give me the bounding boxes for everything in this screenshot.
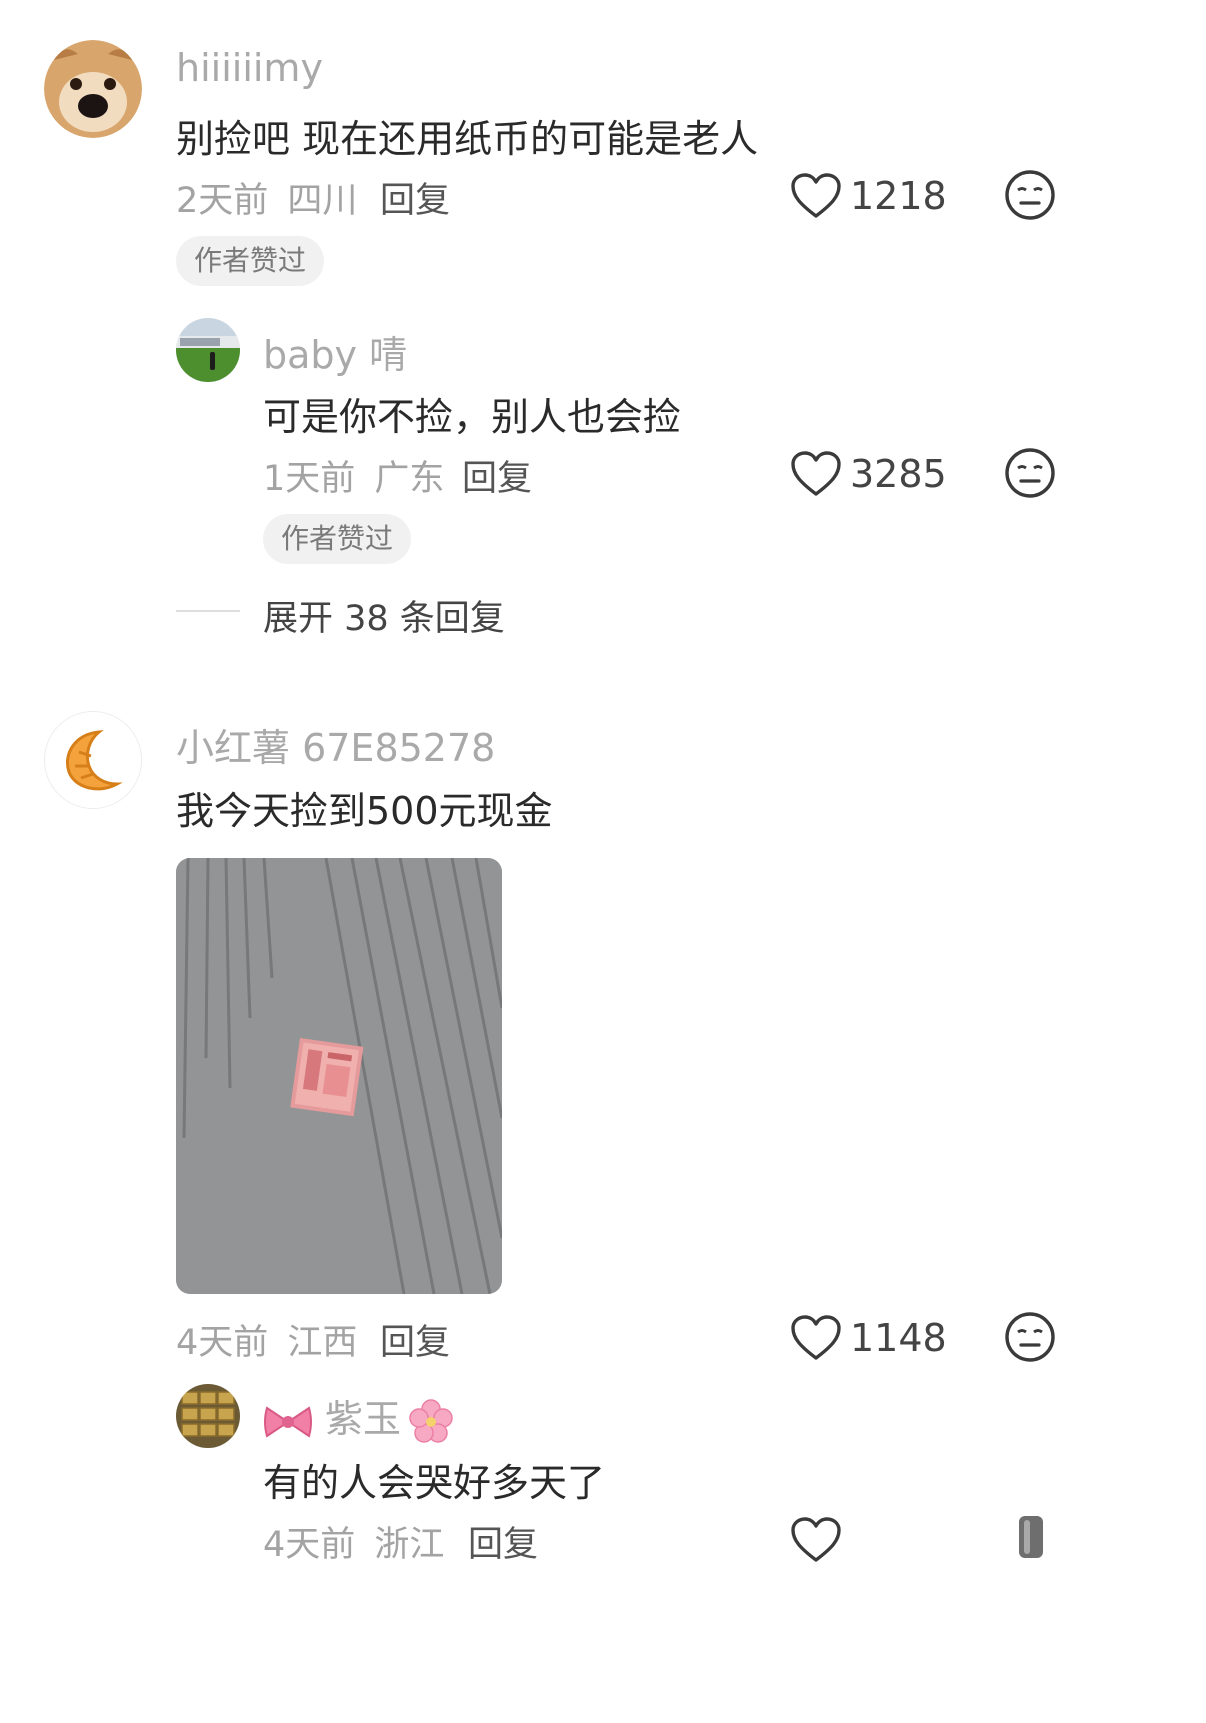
comment-time: 1天前 广东 (263, 450, 444, 501)
reply-button[interactable]: 回复 (468, 1516, 538, 1567)
username[interactable]: hiiiiiimy (176, 46, 323, 90)
reply-button[interactable]: 回复 (462, 450, 532, 501)
comment-time: 4天前 江西 (176, 1314, 357, 1365)
user-avatar[interactable] (44, 40, 142, 138)
reply-button[interactable]: 回复 (380, 1314, 450, 1365)
username[interactable]: baby 啨 (263, 324, 407, 379)
comment-time-text: 4天前 (263, 1525, 356, 1565)
comment-time-text: 1天前 (263, 459, 356, 499)
username[interactable]: 小红薯 67E85278 (176, 717, 495, 772)
more-icon[interactable] (1016, 1514, 1046, 1560)
bow-emoji-icon (264, 1405, 312, 1438)
username[interactable]: 紫玉 (263, 1388, 455, 1446)
heart-outline-icon[interactable] (790, 1516, 842, 1564)
user-avatar[interactable] (176, 1384, 240, 1448)
comment-time: 4天前 浙江 (263, 1516, 444, 1567)
croissant-avatar-icon (45, 712, 141, 808)
neutral-face-icon[interactable] (1003, 168, 1057, 222)
comment-location: 广东 (374, 459, 445, 499)
comment-text: 有的人会哭好多天了 (263, 1461, 606, 1505)
neutral-face-icon[interactable] (1003, 1310, 1057, 1364)
comment-image[interactable] (176, 858, 502, 1294)
reply-button[interactable]: 回复 (380, 172, 450, 223)
comment-time-text: 4天前 (176, 1323, 269, 1363)
cherry-blossom-emoji-icon (409, 1398, 453, 1443)
comment-time: 2天前 四川 (176, 172, 357, 223)
comment-text: 我今天捡到500元现金 (176, 789, 553, 833)
comment-location: 四川 (287, 181, 358, 221)
comment-text: 别捡吧 现在还用纸币的可能是老人 (176, 117, 759, 161)
neutral-face-icon[interactable] (1003, 446, 1057, 500)
heart-outline-icon[interactable] (790, 1314, 842, 1362)
comment-text: 可是你不捡，别人也会捡 (263, 395, 682, 439)
landscape-avatar-icon (176, 318, 240, 382)
like-count: 1218 (850, 174, 947, 218)
user-avatar[interactable] (44, 711, 142, 809)
author-liked-badge: 作者赞过 (176, 236, 325, 286)
user-avatar[interactable] (176, 318, 240, 382)
author-liked-badge: 作者赞过 (263, 514, 412, 564)
comment-location: 江西 (287, 1323, 358, 1363)
heart-outline-icon[interactable] (790, 172, 842, 220)
like-count: 3285 (850, 452, 947, 496)
gold-bars-avatar-icon (176, 1384, 240, 1448)
comment-time-text: 2天前 (176, 181, 269, 221)
expand-replies-label[interactable]: 展开 38 条回复 (263, 590, 505, 641)
cash-on-ground-photo-icon (176, 858, 502, 1294)
dog-avatar-icon (44, 40, 142, 138)
heart-outline-icon[interactable] (790, 450, 842, 498)
comment-location: 浙江 (374, 1525, 445, 1565)
expand-divider (176, 610, 240, 612)
like-count: 1148 (850, 1316, 947, 1360)
username-text: 紫玉 (325, 1397, 402, 1441)
